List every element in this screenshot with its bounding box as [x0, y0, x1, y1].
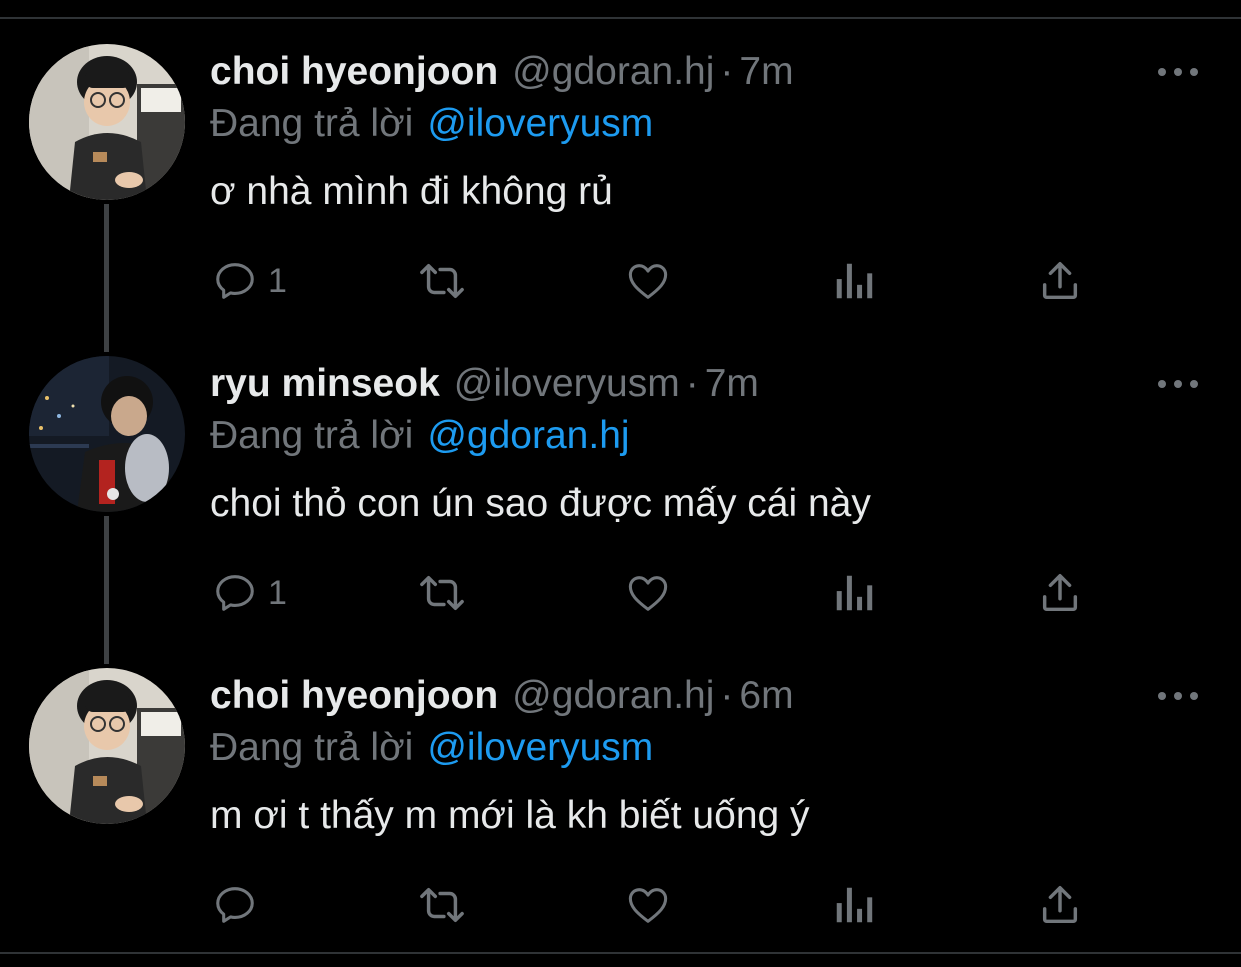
views-bar-chart-icon [836, 575, 873, 611]
display-name[interactable]: choi hyeonjoon [210, 674, 498, 717]
replying-to-mention[interactable]: @iloveryusm [427, 102, 653, 145]
display-name[interactable]: ryu minseok [210, 362, 440, 405]
tweet-3[interactable]: choi hyeonjoon @gdoran.hj · 6m Đang trả lời… [0, 624, 1241, 936]
reply-button[interactable]: 1 [212, 255, 287, 307]
separator-dot: · [685, 362, 699, 405]
share-button[interactable] [1036, 255, 1084, 307]
person-avatar-glasses-icon [29, 668, 185, 824]
like-button[interactable] [624, 567, 672, 619]
more-dot [1190, 380, 1198, 388]
replying-to: Đang trả lời @iloveryusm [210, 100, 653, 148]
views-button[interactable] [832, 567, 876, 619]
tweet-text: ơ nhà mình đi không rủ [210, 170, 613, 213]
heart-icon [628, 264, 668, 299]
tweet-1[interactable]: choi hyeonjoon @gdoran.hj · 7m Đang trả lời… [0, 0, 1241, 312]
share-upload-icon [1042, 574, 1078, 612]
share-upload-icon [1042, 262, 1078, 300]
replying-to-label: Đang trả lời [210, 102, 414, 145]
separator-dot: · [720, 50, 734, 93]
like-button[interactable] [624, 879, 672, 931]
heart-icon [628, 888, 668, 923]
replying-to-mention[interactable]: @gdoran.hj [427, 414, 629, 457]
timestamp[interactable]: 6m [739, 674, 793, 717]
tweet-header: choi hyeonjoon @gdoran.hj · 7m [210, 48, 794, 96]
more-dots-icon [1158, 68, 1166, 76]
replying-to-mention[interactable]: @iloveryusm [427, 726, 653, 769]
separator-dot: · [720, 674, 734, 717]
reply-button[interactable]: 1 [212, 567, 287, 619]
more-dot [1190, 692, 1198, 700]
tweet-header: choi hyeonjoon @gdoran.hj · 6m [210, 672, 794, 720]
replying-to: Đang trả lời @iloveryusm [210, 724, 653, 772]
reply-thread: choi hyeonjoon @gdoran.hj · 7m Đang trả lời… [0, 0, 1241, 967]
more-dot [1174, 380, 1182, 388]
person-avatar-glasses-icon [29, 44, 185, 200]
more-dot [1190, 68, 1198, 76]
avatar[interactable] [29, 356, 185, 512]
share-button[interactable] [1036, 879, 1084, 931]
reply-bubble-icon [216, 263, 254, 299]
timestamp[interactable]: 7m [705, 362, 759, 405]
retweet-icon [420, 263, 464, 299]
views-bar-chart-icon [836, 887, 873, 923]
more-options-button[interactable] [1158, 372, 1198, 396]
tweet-actions [0, 879, 1241, 931]
more-dots-icon [1158, 380, 1166, 388]
replying-to-label: Đang trả lời [210, 414, 414, 457]
retweet-icon [420, 887, 464, 923]
retweet-button[interactable] [414, 255, 470, 307]
reply-bubble-icon [216, 887, 254, 923]
share-button[interactable] [1036, 567, 1084, 619]
tweet-actions: 1 [0, 567, 1241, 619]
user-handle[interactable]: @iloveryusm [454, 362, 680, 405]
share-upload-icon [1042, 886, 1078, 924]
user-handle[interactable]: @gdoran.hj [512, 50, 714, 93]
retweet-button[interactable] [414, 879, 470, 931]
more-dots-icon [1158, 692, 1166, 700]
more-dot [1174, 692, 1182, 700]
replying-to: Đang trả lời @gdoran.hj [210, 412, 630, 460]
heart-icon [628, 576, 668, 611]
like-button[interactable] [624, 255, 672, 307]
reply-count: 1 [268, 573, 287, 612]
tweet-header: ryu minseok @iloveryusm · 7m [210, 360, 759, 408]
more-options-button[interactable] [1158, 684, 1198, 708]
more-options-button[interactable] [1158, 60, 1198, 84]
bottom-divider [0, 952, 1241, 954]
reply-button[interactable] [212, 879, 268, 931]
replying-to-label: Đang trả lời [210, 726, 414, 769]
person-avatar-city-night-icon [29, 356, 185, 512]
avatar[interactable] [29, 668, 185, 824]
display-name[interactable]: choi hyeonjoon [210, 50, 498, 93]
reply-count: 1 [268, 261, 287, 300]
tweet-actions: 1 [0, 255, 1241, 307]
views-button[interactable] [832, 255, 876, 307]
tweet-text: m ơi t thấy m mới là kh biết uống ý [210, 794, 810, 837]
retweet-icon [420, 575, 464, 611]
views-button[interactable] [832, 879, 876, 931]
tweet-2[interactable]: ryu minseok @iloveryusm · 7m Đang trả lời @g… [0, 312, 1241, 624]
avatar[interactable] [29, 44, 185, 200]
user-handle[interactable]: @gdoran.hj [512, 674, 714, 717]
retweet-button[interactable] [414, 567, 470, 619]
more-dot [1174, 68, 1182, 76]
views-bar-chart-icon [836, 263, 873, 299]
reply-bubble-icon [216, 575, 254, 611]
tweet-text: choi thỏ con ún sao được mấy cái này [210, 482, 871, 525]
timestamp[interactable]: 7m [739, 50, 793, 93]
